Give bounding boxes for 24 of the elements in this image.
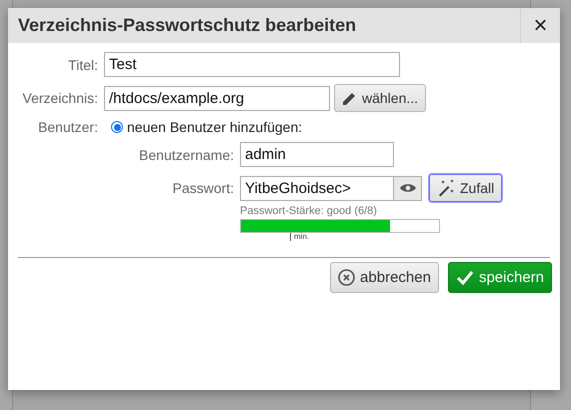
save-button[interactable]: speichern xyxy=(448,262,552,293)
random-button[interactable]: Zufall xyxy=(429,174,502,202)
close-button[interactable]: × xyxy=(520,8,560,43)
field-label: Benutzername: xyxy=(138,146,234,162)
show-password-button[interactable] xyxy=(394,176,422,200)
radio-button[interactable] xyxy=(111,121,123,133)
directory-field[interactable]: /htdocs/example.org xyxy=(104,86,330,110)
username-field[interactable]: admin xyxy=(240,142,394,167)
dialog-title: Verzeichnis-Passwortschutz bearbeiten xyxy=(17,14,358,37)
eye-icon xyxy=(400,183,416,193)
radio-label: neuen Benutzer hinzufügen: xyxy=(127,119,302,135)
field-label: Verzeichnis: xyxy=(22,90,98,106)
field-label: Passwort: xyxy=(172,180,234,196)
strength-text: Passwort-Stärke: good (6/8) xyxy=(240,205,378,217)
field-label: Titel: xyxy=(67,56,98,72)
password-field[interactable]: YitbeGhoidsec> xyxy=(240,176,394,200)
pencil-icon xyxy=(342,90,357,106)
title-field[interactable]: Test xyxy=(104,52,400,77)
field-label: Benutzer: xyxy=(37,119,98,135)
cancel-button[interactable]: abbrechen xyxy=(330,262,439,293)
check-icon xyxy=(456,270,474,286)
cancel-icon xyxy=(338,269,356,286)
choose-button[interactable]: wählen... xyxy=(334,84,426,112)
magic-wand-icon xyxy=(437,179,455,197)
